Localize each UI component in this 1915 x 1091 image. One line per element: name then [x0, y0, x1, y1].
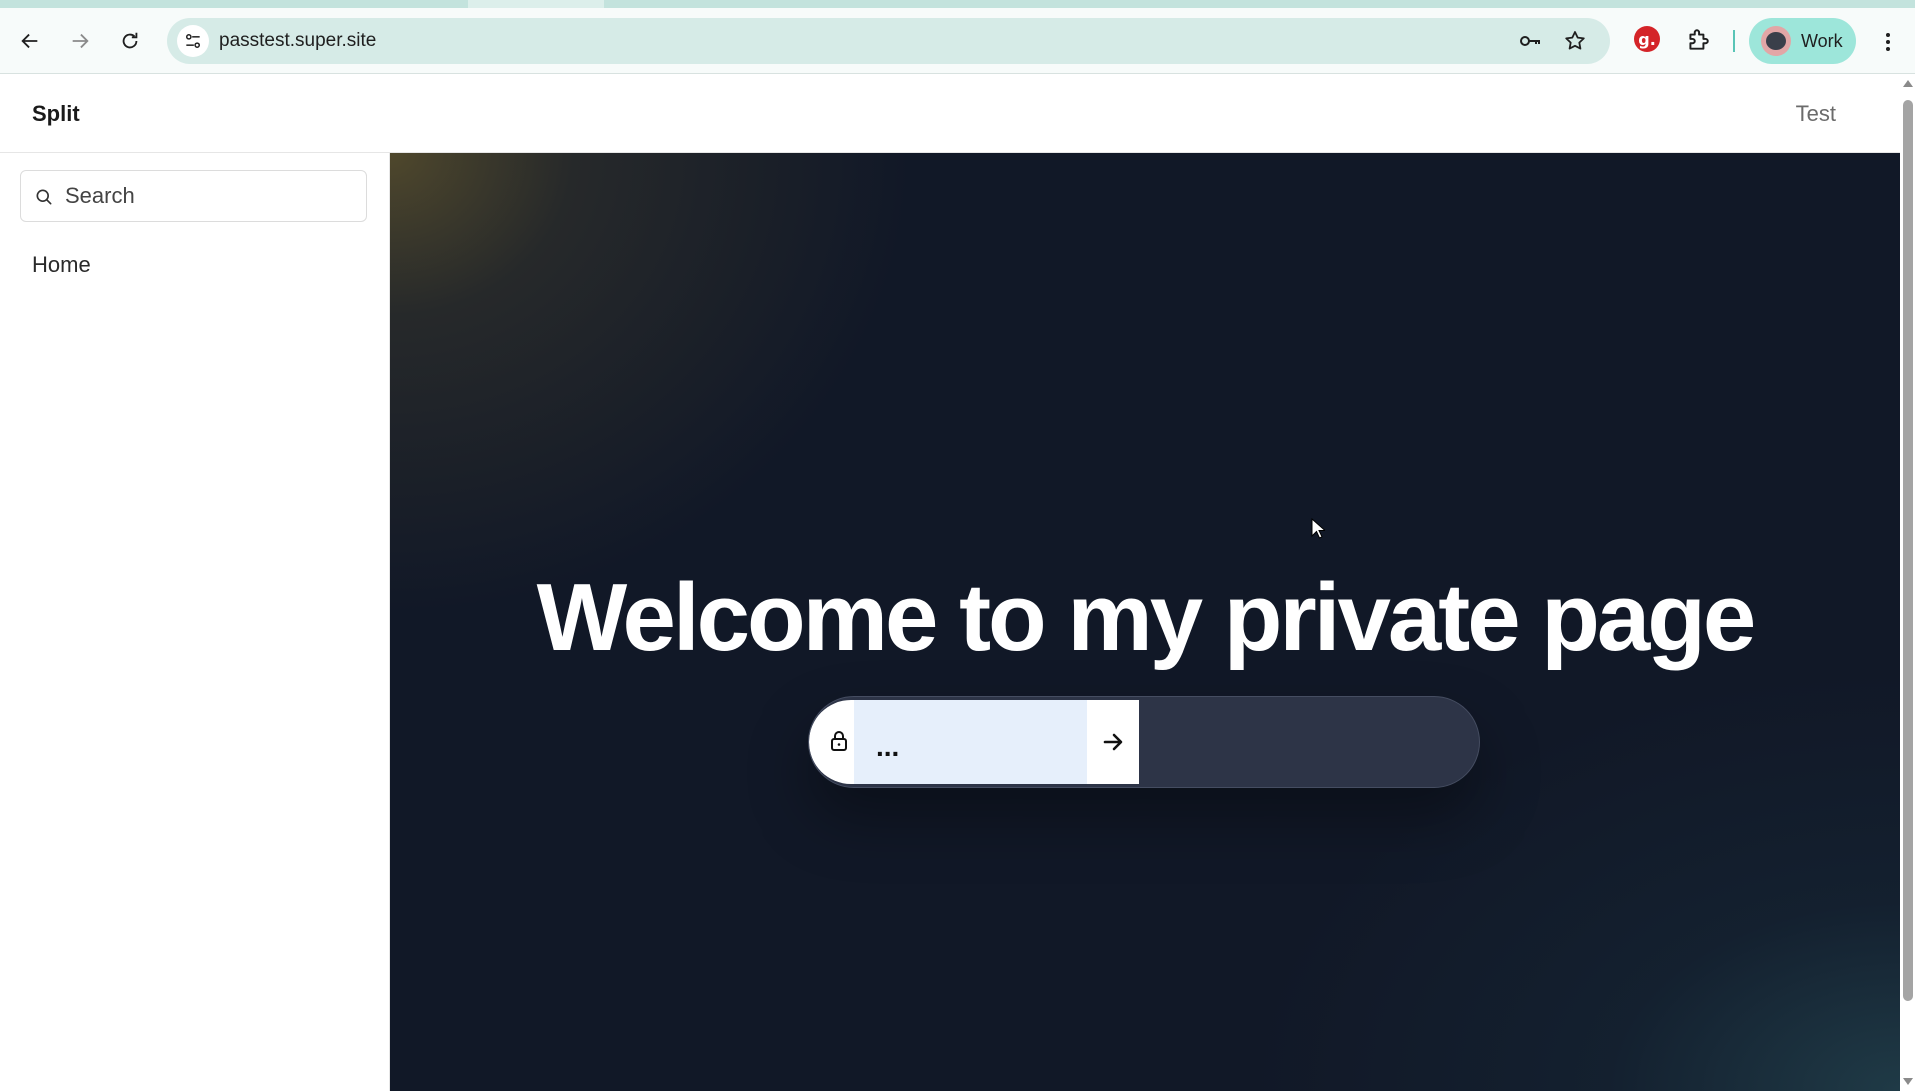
tab-strip	[0, 0, 1915, 8]
search-icon	[36, 189, 52, 205]
page-content: Split Test Home Welcome to my private pa…	[0, 74, 1900, 1091]
grammarly-extension-icon[interactable]: g.	[1634, 26, 1660, 52]
forward-button[interactable]	[62, 23, 98, 59]
site-header: Split Test	[0, 74, 1900, 153]
scroll-down-arrow-icon[interactable]	[1903, 1078, 1913, 1085]
site-title[interactable]: Split	[32, 74, 80, 153]
forward-icon	[72, 33, 89, 49]
reload-button[interactable]	[112, 23, 148, 59]
profile-button[interactable]: Work	[1749, 18, 1856, 64]
site-info-button[interactable]	[177, 25, 209, 57]
lock-icon	[831, 731, 847, 751]
arrow-right-icon	[1103, 733, 1123, 751]
tab-inactive[interactable]	[0, 0, 468, 8]
reload-icon	[122, 32, 138, 49]
address-bar[interactable]: passtest.super.site	[167, 18, 1610, 64]
extensions-puzzle-icon	[1689, 29, 1709, 50]
submit-password-button[interactable]	[1087, 700, 1139, 784]
password-input[interactable]	[854, 700, 1087, 784]
bookmark-star-icon	[1565, 31, 1585, 50]
sidebar: Home	[0, 153, 390, 1091]
browser-menu-button[interactable]	[1872, 24, 1904, 60]
mouse-cursor-icon	[1311, 518, 1325, 539]
hero-title: Welcome to my private page	[536, 564, 1757, 671]
sidebar-item-home[interactable]: Home	[32, 248, 91, 282]
scroll-thumb[interactable]	[1903, 100, 1913, 1001]
bookmark-button[interactable]	[1560, 26, 1590, 56]
search-input[interactable]	[63, 171, 358, 221]
profile-avatar	[1761, 26, 1791, 56]
back-icon	[21, 33, 38, 49]
tab-inactive[interactable]	[604, 0, 1915, 8]
profile-label: Work	[1801, 30, 1843, 51]
extensions-button[interactable]	[1682, 24, 1714, 56]
url-text[interactable]: passtest.super.site	[219, 18, 376, 64]
browser-toolbar: passtest.super.site g. Work	[0, 8, 1915, 74]
kebab-menu-icon	[1886, 33, 1890, 51]
password-key-icon	[1520, 36, 1540, 46]
site-info-icon	[186, 34, 200, 49]
password-manager-button[interactable]	[1515, 26, 1545, 56]
search-box[interactable]	[20, 170, 367, 222]
password-form	[808, 696, 1480, 788]
toolbar-divider	[1733, 30, 1735, 52]
header-nav-link-test[interactable]: Test	[1796, 74, 1836, 153]
page-scrollbar[interactable]	[1900, 74, 1915, 1091]
back-button[interactable]	[12, 23, 48, 59]
scroll-up-arrow-icon[interactable]	[1903, 80, 1913, 87]
password-field-wrapper	[809, 700, 1139, 784]
hero-section: Welcome to my private page	[390, 153, 1900, 1091]
